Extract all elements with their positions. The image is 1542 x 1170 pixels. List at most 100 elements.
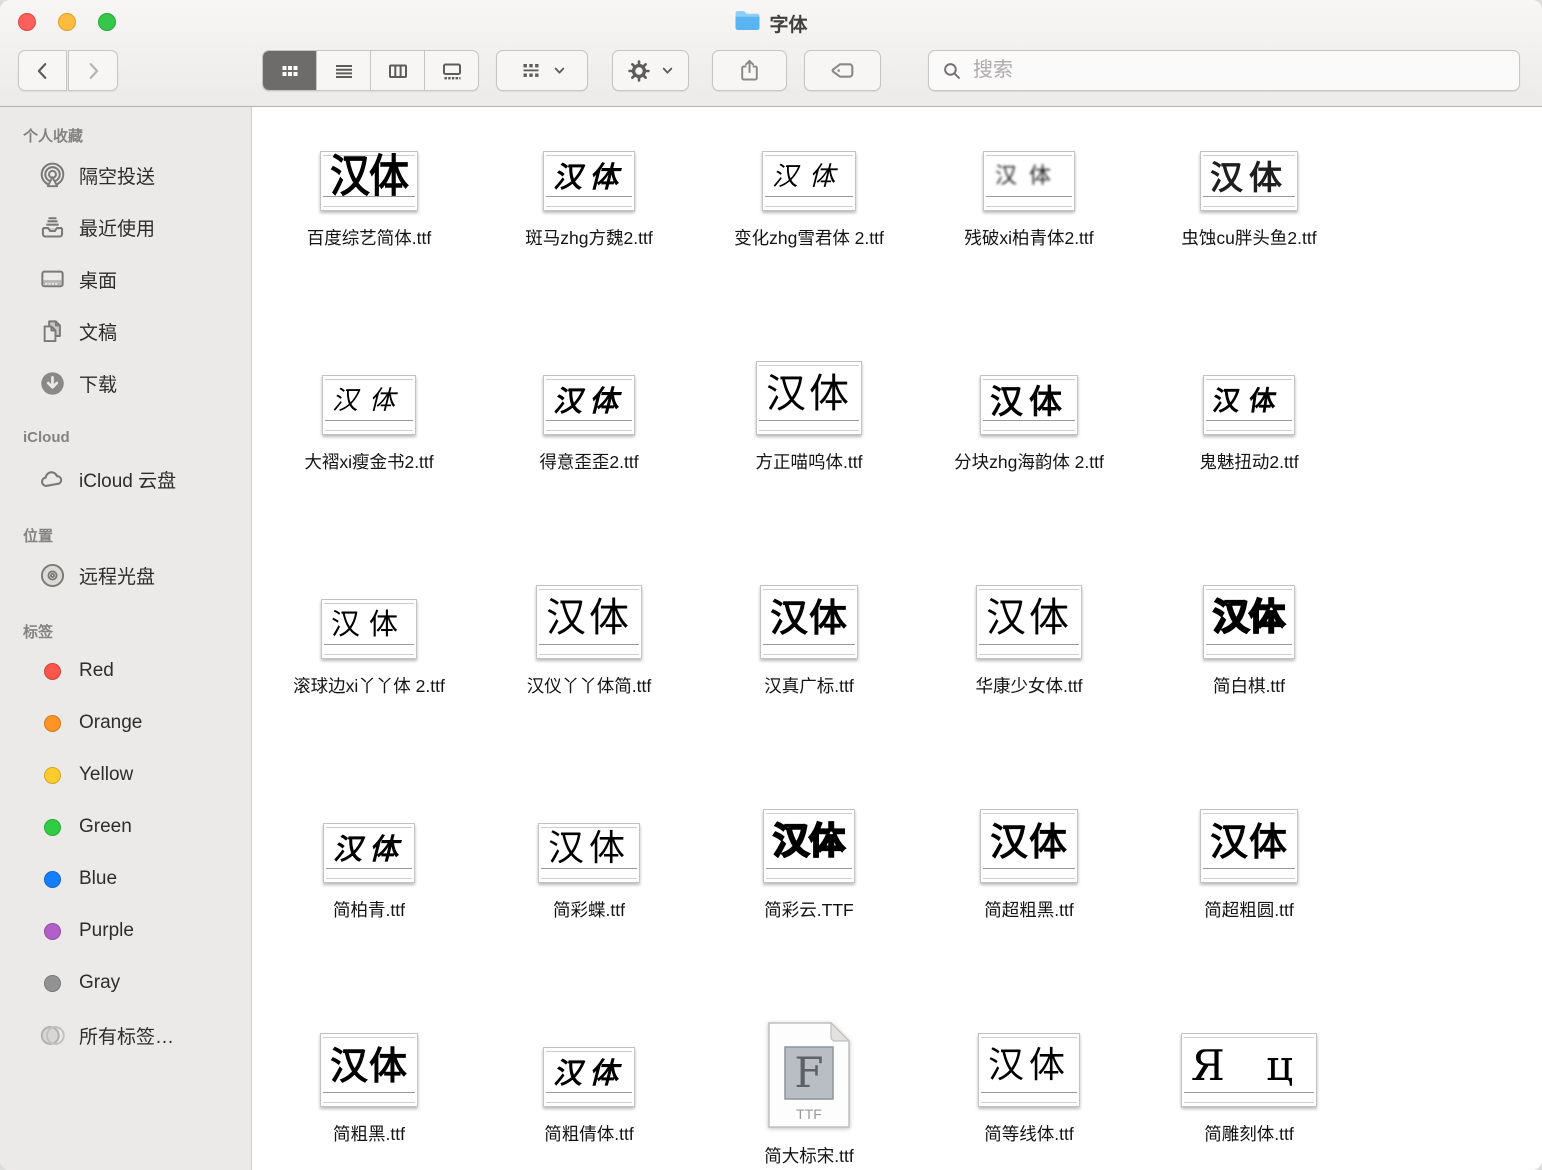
preview-baseline — [1184, 1037, 1314, 1038]
font-preview-glyphs: 汉体 — [1211, 388, 1287, 415]
sidebar-item-all-tags[interactable]: 所有标签… — [0, 1009, 251, 1061]
gallery-view-button[interactable] — [425, 51, 478, 90]
grid-item[interactable]: 汉体虫蚀cu胖头鱼2.ttf — [1139, 125, 1359, 349]
list-view-icon — [332, 59, 356, 83]
grid-item[interactable]: 汉体简粗倩体.ttf — [479, 1021, 699, 1170]
grid-item[interactable]: 汉体简白棋.ttf — [1139, 573, 1359, 797]
sidebar-item-tag-blue[interactable]: Blue — [0, 853, 251, 905]
grid-item[interactable]: 汉体汉仪丫丫体简.ttf — [479, 573, 699, 797]
grid-item[interactable]: 汉体简等线体.ttf — [919, 1021, 1139, 1170]
font-preview-thumbnail: 汉体 — [322, 349, 416, 435]
grid-item[interactable]: 汉体百度综艺简体.ttf — [259, 125, 479, 349]
file-name: 虫蚀cu胖头鱼2.ttf — [1181, 227, 1316, 250]
font-preview-thumbnail: Я ц — [1181, 1021, 1317, 1107]
preview-baseline — [981, 1037, 1077, 1038]
font-preview-thumbnail: 汉体 — [320, 125, 418, 211]
sidebar-item-label: Green — [79, 816, 132, 838]
sidebar-item-icloud-drive[interactable]: iCloud 云盘 — [0, 453, 251, 505]
grid-item[interactable]: 汉体简超粗黑.ttf — [919, 797, 1139, 1021]
grid-item[interactable]: 汉体鬼魅扭动2.ttf — [1139, 349, 1359, 573]
preview-baseline — [1206, 379, 1292, 380]
font-preview-card: 汉体 — [983, 151, 1075, 211]
file-name: 汉真广标.ttf — [764, 675, 853, 698]
sidebar-item-tag-orange[interactable]: Orange — [0, 697, 251, 749]
preview-baseline — [1206, 589, 1292, 590]
font-preview-card: 汉体 — [536, 585, 642, 659]
share-button[interactable] — [712, 50, 787, 91]
tag-button[interactable] — [804, 50, 881, 91]
search-input[interactable] — [971, 58, 1507, 83]
tag-color-icon — [44, 715, 61, 732]
sidebar-item-tag-green[interactable]: Green — [0, 801, 251, 853]
preview-baseline — [323, 1037, 415, 1038]
grid-item[interactable]: 汉体汉真广标.ttf — [699, 573, 919, 797]
preview-baseline — [765, 206, 853, 207]
font-preview-card: 汉体 — [976, 585, 1082, 659]
sidebar-item-airdrop[interactable]: 隔空投送 — [0, 149, 251, 201]
font-preview-thumbnail: 汉体 — [321, 573, 417, 659]
sidebar-item-recents[interactable]: 最近使用 — [0, 201, 251, 253]
svg-text:F: F — [794, 1048, 823, 1097]
recents-icon — [38, 213, 66, 241]
file-name: 简雕刻体.ttf — [1204, 1123, 1293, 1146]
preview-baseline — [546, 155, 632, 156]
grid-item[interactable]: FTTF简大标宋.ttf — [699, 1021, 919, 1170]
font-preview-glyphs: 汉体 — [986, 598, 1072, 638]
grid-item[interactable]: 汉体简彩云.TTF — [699, 797, 919, 1021]
grid-item[interactable]: 汉体简柏青.ttf — [259, 797, 479, 1021]
tag-color-icon — [38, 969, 66, 997]
column-view-button[interactable] — [371, 51, 425, 90]
sidebar-item-remote-disc[interactable]: 远程光盘 — [0, 549, 251, 601]
desktop-icon — [38, 265, 66, 293]
grid-item[interactable]: 汉体华康少女体.ttf — [919, 573, 1139, 797]
preview-baseline — [326, 868, 412, 869]
font-preview-glyphs: 汉体 — [1210, 823, 1288, 861]
grid-item[interactable]: 汉体简彩蝶.ttf — [479, 797, 699, 1021]
font-preview-thumbnail: 汉体 — [320, 1021, 418, 1107]
sidebar-item-tag-red[interactable]: Red — [0, 645, 251, 697]
tag-color-icon — [38, 657, 66, 685]
sidebar-item-tag-gray[interactable]: Gray — [0, 957, 251, 1009]
grid-item[interactable]: 汉体得意歪歪2.ttf — [479, 349, 699, 573]
font-preview-thumbnail: 汉体 — [543, 349, 635, 435]
tag-color-icon — [44, 663, 61, 680]
preview-baseline — [983, 379, 1075, 380]
sidebar-item-label: Gray — [79, 972, 120, 994]
sidebar-item-tag-purple[interactable]: Purple — [0, 905, 251, 957]
back-button[interactable] — [18, 50, 67, 91]
grid-item[interactable]: 汉体大褶xi瘦金书2.ttf — [259, 349, 479, 573]
list-view-button[interactable] — [317, 51, 371, 90]
preview-baseline — [1203, 206, 1295, 207]
sidebar-item-tag-yellow[interactable]: Yellow — [0, 749, 251, 801]
preview-baseline — [539, 654, 639, 655]
preview-baseline — [1203, 813, 1295, 814]
grid-item[interactable]: 汉体简超粗圆.ttf — [1139, 797, 1359, 1021]
action-button[interactable] — [612, 50, 689, 91]
preview-baseline — [986, 196, 1072, 197]
sidebar-item-documents[interactable]: 文稿 — [0, 305, 251, 357]
grid-item[interactable]: 汉体斑马zhg方魏2.ttf — [479, 125, 699, 349]
icon-view-button[interactable] — [263, 51, 317, 90]
font-preview-glyphs: 汉体 — [332, 388, 406, 414]
search-field[interactable] — [928, 50, 1520, 91]
sidebar-item-label: 文稿 — [79, 318, 117, 345]
grid-item[interactable]: 汉体变化zhg雪君体 2.ttf — [699, 125, 919, 349]
search-icon — [941, 60, 963, 82]
grid-item[interactable]: 汉体简粗黑.ttf — [259, 1021, 479, 1170]
sidebar-item-downloads[interactable]: 下载 — [0, 357, 251, 409]
font-preview-card: 汉体 — [320, 1033, 418, 1107]
grid-item[interactable]: 汉体分块zhg海韵体 2.ttf — [919, 349, 1139, 573]
grid-item[interactable]: 汉体方正喵呜体.ttf — [699, 349, 919, 573]
sidebar-item-desktop[interactable]: 桌面 — [0, 253, 251, 305]
grid-item[interactable]: Я ц 简雕刻体.ttf — [1139, 1021, 1359, 1170]
forward-button[interactable] — [68, 50, 118, 91]
font-preview-card: 汉体 — [756, 361, 862, 435]
grid-item[interactable]: 汉体滚球边xi丫丫体 2.ttf — [259, 573, 479, 797]
file-name: 简彩云.TTF — [764, 899, 853, 922]
grid-item[interactable]: 汉体残破xi柏青体2.ttf — [919, 125, 1139, 349]
font-preview-card: 汉体 — [980, 375, 1078, 435]
group-button[interactable] — [496, 50, 588, 91]
preview-baseline — [546, 1102, 632, 1103]
sidebar-section: 位置远程光盘 — [0, 525, 251, 601]
file-name: 简彩蝶.ttf — [553, 899, 625, 922]
